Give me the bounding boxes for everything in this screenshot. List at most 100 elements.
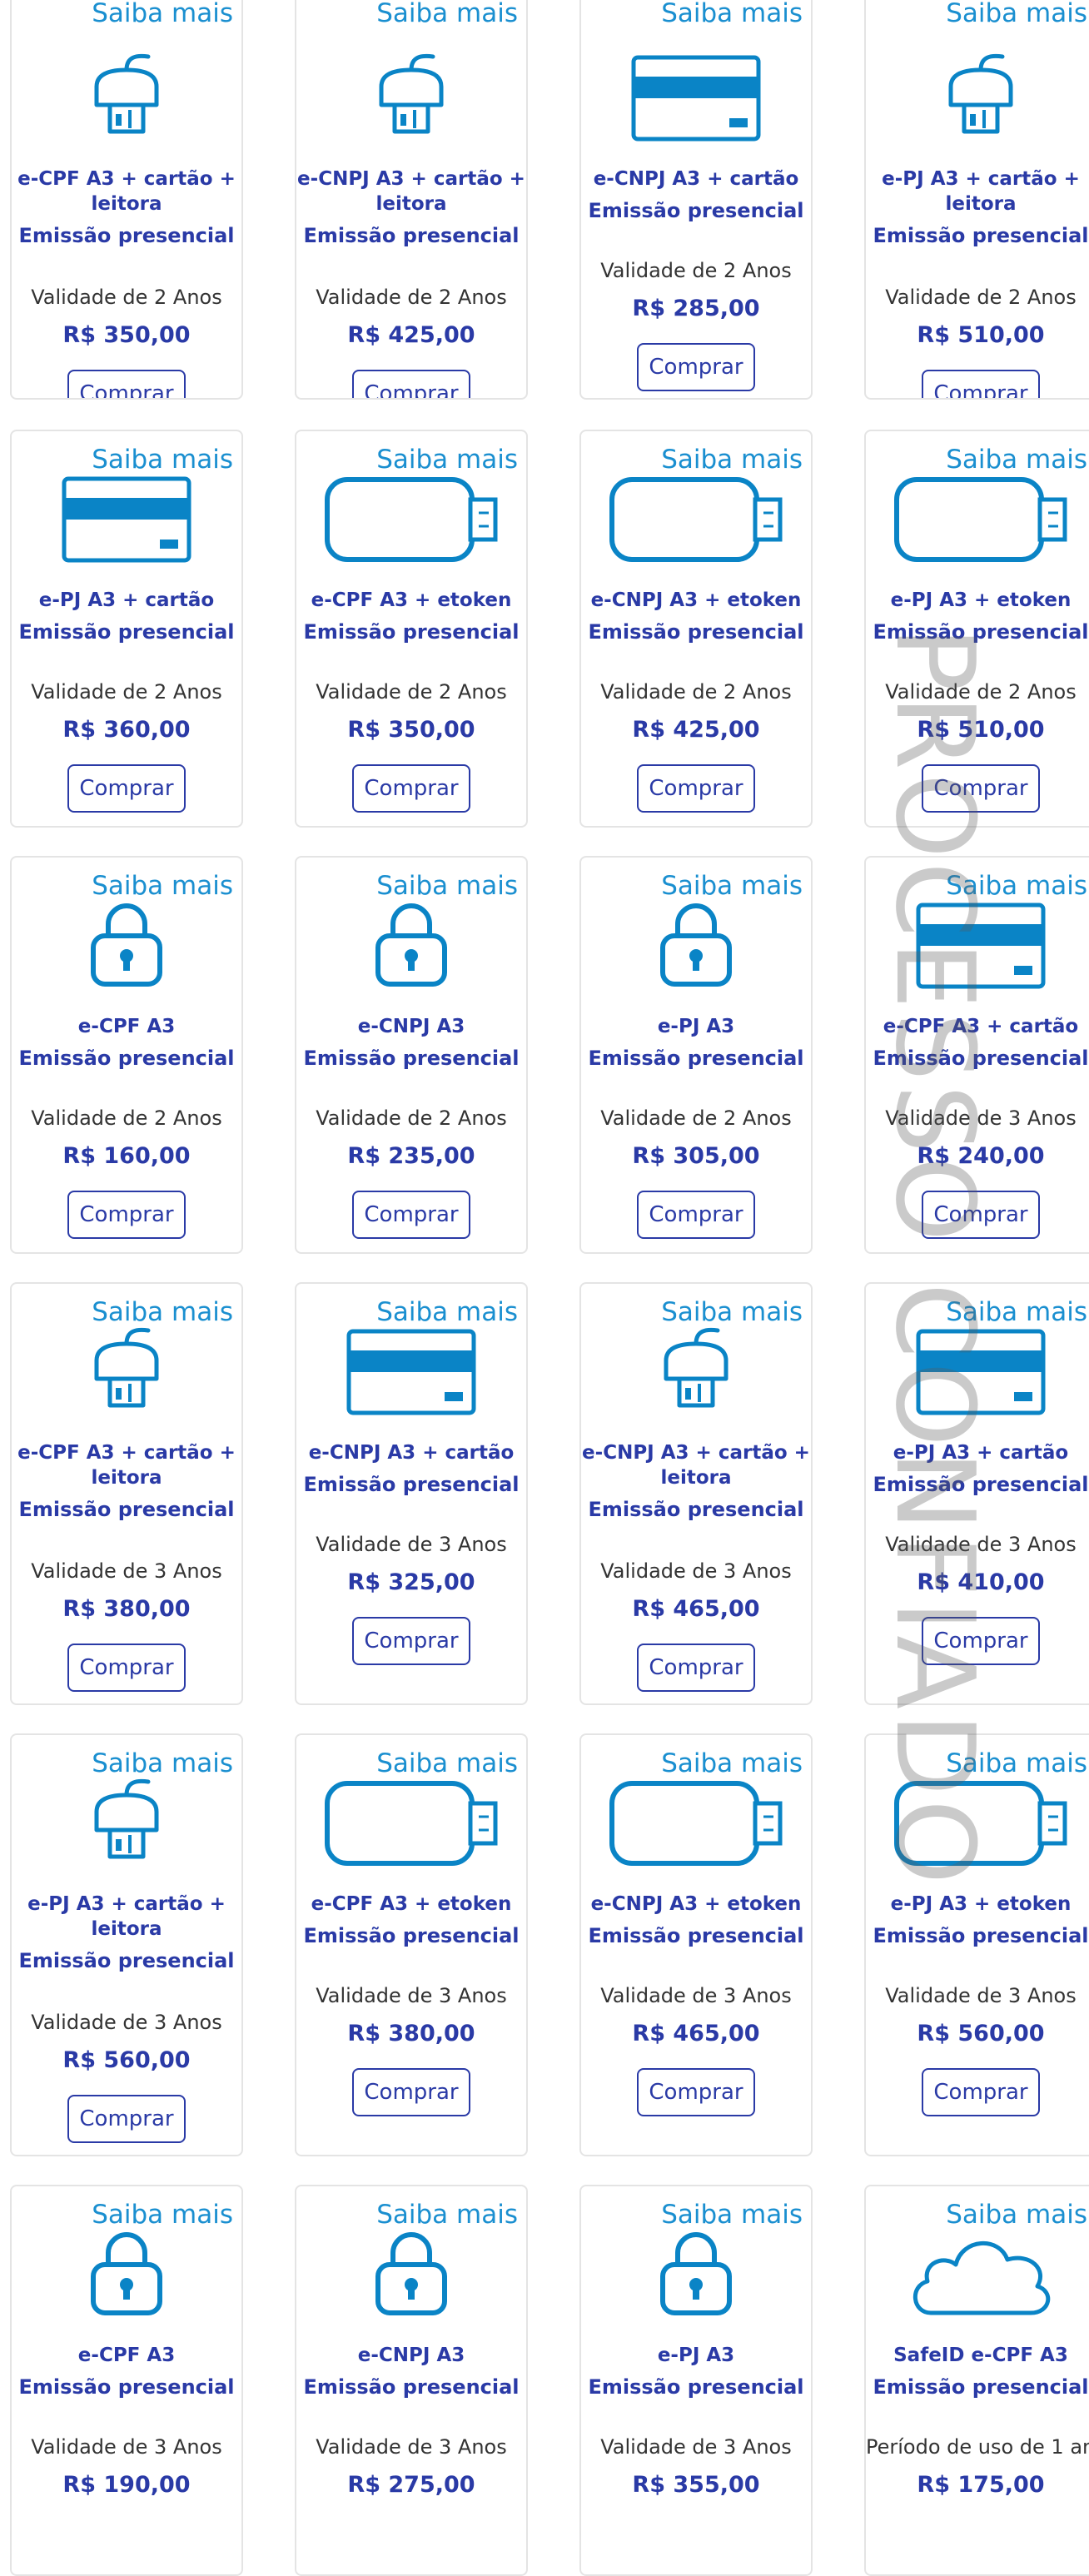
product-card: Saiba mais e-PJ A3 + cartão + leitora Emiss… — [10, 1733, 243, 2156]
comprar-button[interactable]: Comprar — [922, 764, 1040, 813]
product-title: e-CPF A3 Emissão presencial — [12, 2343, 241, 2399]
usb-token-icon — [609, 1780, 783, 1867]
product-title-line: SafeID e-CPF A3 — [893, 2345, 1068, 2366]
product-title: e-PJ A3 + cartão + leitora Emissão presenc… — [866, 167, 1089, 248]
product-title-line: leitora — [945, 193, 1017, 215]
saiba-mais-link[interactable]: Saiba mais — [92, 0, 233, 40]
emission-type: Emissão presencial — [588, 199, 804, 222]
comprar-button[interactable]: Comprar — [637, 2068, 755, 2116]
comprar-button[interactable]: Comprar — [67, 1644, 186, 1692]
product-card: Saiba mais e-CNPJ A3 + cartão + leitora Emi… — [295, 0, 528, 400]
product-title: e-CPF A3 Emissão presencial — [12, 1014, 241, 1071]
validity-text: Validade de 2 Anos — [316, 1106, 507, 1130]
saiba-mais-link[interactable]: Saiba mais — [661, 0, 803, 40]
emission-type: Emissão presencial — [588, 2375, 804, 2399]
product-title-line: e-PJ A3 + cartão — [38, 589, 215, 611]
validity-text: Validade de 2 Anos — [31, 680, 222, 704]
product-title-line: e-CPF A3 + cartão — [883, 1016, 1079, 1037]
comprar-button[interactable]: Comprar — [637, 1644, 755, 1692]
product-card: Saiba mais e-CPF A3 + cartão + leitora Emis… — [10, 0, 243, 400]
product-title-line: e-CNPJ A3 + etoken — [590, 589, 802, 611]
product-title: e-PJ A3 + cartão Emissão presencial — [12, 588, 241, 644]
product-title: e-CNPJ A3 + cartão Emissão presencial — [581, 167, 811, 223]
emission-type: Emissão presencial — [873, 2375, 1089, 2399]
product-title-line: leitora — [91, 193, 162, 215]
price: R$ 425,00 — [347, 322, 475, 348]
price: R$ 305,00 — [632, 1143, 760, 1169]
product-card: Saiba mais e-CNPJ A3 + etoken Emissão pres… — [579, 430, 813, 828]
price: R$ 360,00 — [62, 717, 191, 743]
saiba-mais-link[interactable]: Saiba mais — [946, 0, 1087, 40]
comprar-button[interactable]: Comprar — [922, 1191, 1040, 1239]
price: R$ 380,00 — [62, 1596, 191, 1622]
validity-text: Validade de 2 Anos — [885, 286, 1077, 309]
price: R$ 350,00 — [62, 322, 191, 348]
comprar-button[interactable]: Comprar — [922, 1617, 1040, 1665]
comprar-button[interactable]: Comprar — [67, 2095, 186, 2143]
comprar-button[interactable]: Comprar — [352, 2068, 470, 2116]
product-title: e-CPF A3 + cartão + leitora Emissão presen… — [12, 1440, 241, 1522]
product-title-line: e-PJ A3 + cartão + — [882, 168, 1080, 190]
validity-text: Validade de 2 Anos — [316, 286, 507, 309]
comprar-button[interactable]: Comprar — [352, 1617, 470, 1665]
product-title-line: e-CNPJ A3 + cartão + — [582, 1442, 810, 1464]
product-card: Saiba mais e-PJ A3 Emissão presencial Valid… — [579, 856, 813, 1254]
product-title: e-CPF A3 + cartão Emissão presencial — [866, 1014, 1089, 1071]
comprar-button[interactable]: Comprar — [637, 1191, 755, 1239]
product-title: e-PJ A3 + etoken Emissão presencial — [866, 1892, 1089, 1948]
product-title-line: leitora — [91, 1467, 162, 1489]
price: R$ 285,00 — [632, 296, 760, 321]
product-card: Saiba mais e-CPF A3 Emissão presencial Vali… — [10, 2185, 243, 2576]
comprar-button[interactable]: Comprar — [637, 343, 755, 391]
product-title-line: e-PJ A3 — [657, 1016, 735, 1037]
price: R$ 175,00 — [917, 2472, 1045, 2498]
comprar-button[interactable]: Comprar — [922, 2068, 1040, 2116]
comprar-button[interactable]: Comprar — [67, 1191, 186, 1239]
product-title: e-CPF A3 + cartão + leitora Emissão presen… — [12, 167, 241, 248]
emission-type: Emissão presencial — [588, 1047, 804, 1070]
emission-type: Emissão presencial — [873, 1473, 1089, 1496]
comprar-button[interactable]: Comprar — [922, 370, 1040, 398]
comprar-button[interactable]: Comprar — [637, 764, 755, 813]
usb-token-icon — [893, 476, 1068, 563]
product-title-line: e-CPF A3 — [77, 1016, 176, 1037]
product-title: e-CNPJ A3 + etoken Emissão presencial — [581, 588, 811, 644]
validity-text: Validade de 3 Anos — [31, 1559, 222, 1583]
card-reader-icon — [371, 53, 451, 137]
saiba-mais-link[interactable]: Saiba mais — [376, 0, 518, 40]
validity-text: Validade de 3 Anos — [885, 1984, 1077, 2007]
product-title: e-CPF A3 + etoken Emissão presencial — [296, 1892, 526, 1948]
comprar-button[interactable]: Comprar — [352, 1191, 470, 1239]
comprar-button[interactable]: Comprar — [67, 370, 186, 398]
padlock-icon — [90, 2230, 163, 2316]
product-title: e-PJ A3 Emissão presencial — [581, 2343, 811, 2399]
validity-text: Validade de 3 Anos — [31, 2011, 222, 2034]
validity-text: Período de uso de 1 ano — [866, 2435, 1089, 2459]
price: R$ 325,00 — [347, 1569, 475, 1595]
product-card: Saiba mais SafeID e-CPF A3 Emissão presenc… — [864, 2185, 1089, 2576]
comprar-button[interactable]: Comprar — [67, 764, 186, 813]
emission-type: Emissão presencial — [873, 1047, 1089, 1070]
price: R$ 410,00 — [917, 1569, 1045, 1595]
product-title-line: e-PJ A3 + cartão — [893, 1442, 1069, 1464]
validity-text: Validade de 3 Anos — [600, 2435, 792, 2459]
product-title-line: e-CNPJ A3 + cartão — [593, 168, 799, 190]
validity-text: Validade de 3 Anos — [600, 1559, 792, 1583]
validity-text: Validade de 2 Anos — [885, 680, 1077, 704]
comprar-button[interactable]: Comprar — [352, 764, 470, 813]
emission-type: Emissão presencial — [18, 2375, 235, 2399]
smart-card-icon — [631, 55, 761, 142]
validity-text: Validade de 3 Anos — [316, 1533, 507, 1556]
validity-text: Validade de 2 Anos — [600, 680, 792, 704]
product-title: e-CPF A3 + etoken Emissão presencial — [296, 588, 526, 644]
price: R$ 510,00 — [917, 322, 1045, 348]
emission-type: Emissão presencial — [303, 1473, 520, 1496]
price: R$ 350,00 — [347, 717, 475, 743]
product-card: Saiba mais e-CPF A3 + etoken Emissão prese… — [295, 1733, 528, 2156]
product-title-line: e-PJ A3 — [657, 2345, 735, 2366]
comprar-button[interactable]: Comprar — [352, 370, 470, 398]
product-title-line: leitora — [660, 1467, 732, 1489]
product-title: e-CNPJ A3 + cartão + leitora Emissão prese… — [581, 1440, 811, 1522]
price: R$ 465,00 — [632, 2021, 760, 2046]
emission-type: Emissão presencial — [18, 1047, 235, 1070]
